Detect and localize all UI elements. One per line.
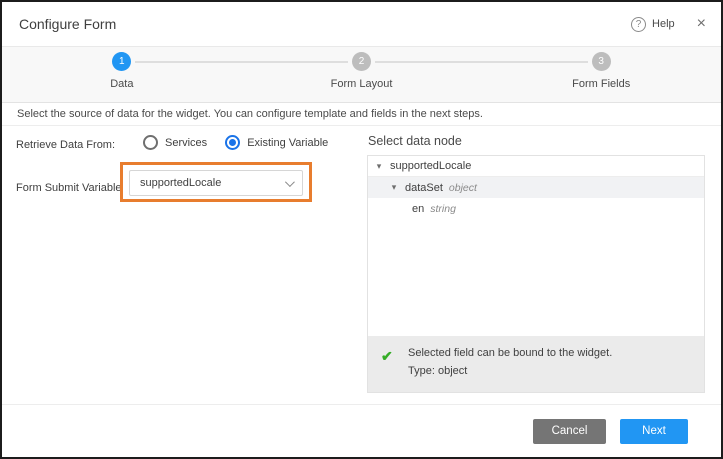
chevron-down-icon — [285, 177, 295, 187]
step-1-circle: 1 — [112, 52, 131, 71]
help-icon[interactable]: ? — [631, 17, 646, 32]
radio-unselected-icon — [143, 135, 158, 150]
step-description: Select the source of data for the widget… — [2, 104, 721, 126]
tree-node-type: string — [430, 203, 456, 215]
binding-status-line2: Type: object — [408, 363, 692, 381]
step-form-layout[interactable]: 2 Form Layout — [242, 47, 482, 102]
step-connector-2 — [375, 61, 589, 63]
cancel-button[interactable]: Cancel — [533, 419, 606, 444]
dialog-content: Retrieve Data From: Services Existing Va… — [2, 126, 721, 404]
wizard-stepper: 1 Data 2 Form Layout 3 Form Fields — [2, 46, 721, 103]
step-connector-1 — [135, 61, 349, 63]
step-2-label: Form Layout — [331, 78, 393, 90]
close-icon[interactable]: × — [697, 16, 706, 32]
form-submit-variable-value: supportedLocale — [140, 177, 221, 189]
step-2-circle: 2 — [352, 52, 371, 71]
step-1-label: Data — [110, 78, 133, 90]
caret-down-icon[interactable]: ▾ — [389, 182, 399, 193]
binding-status-line1: Selected field can be bound to the widge… — [408, 345, 692, 363]
tree-node-type: object — [449, 182, 477, 194]
tree-row-en[interactable]: en string — [368, 198, 704, 219]
tree-node-label: dataSet — [405, 182, 443, 194]
caret-down-icon[interactable]: ▾ — [374, 161, 384, 172]
success-check-icon: ✔ — [381, 348, 393, 365]
radio-selected-icon — [225, 135, 240, 150]
binding-status-message: ✔ Selected field can be bound to the wid… — [368, 336, 704, 392]
step-3-circle: 3 — [592, 52, 611, 71]
dialog-header: Configure Form ? Help × — [2, 2, 721, 46]
tree-row-supportedlocale[interactable]: ▾ supportedLocale — [368, 156, 704, 177]
form-submit-variable-label: Form Submit Variable: — [16, 182, 125, 194]
step-form-fields[interactable]: 3 Form Fields — [481, 47, 721, 102]
configure-form-dialog: Configure Form ? Help × 1 Data 2 Form La… — [0, 0, 723, 459]
tree-row-dataset[interactable]: ▾ dataSet object — [368, 177, 704, 198]
highlight-annotation-box: supportedLocale — [120, 162, 312, 202]
retrieve-data-label: Retrieve Data From: — [16, 139, 115, 151]
radio-services[interactable]: Services — [143, 135, 207, 150]
data-node-panel: ▾ supportedLocale ▾ dataSet object en st… — [367, 155, 705, 393]
select-data-node-title: Select data node — [368, 134, 462, 148]
radio-existing-variable-label: Existing Variable — [247, 137, 328, 149]
step-3-label: Form Fields — [572, 78, 630, 90]
retrieve-data-radio-group: Services Existing Variable — [143, 135, 346, 150]
radio-services-label: Services — [165, 137, 207, 149]
tree-empty-area — [368, 219, 704, 336]
tree-node-label: supportedLocale — [390, 160, 471, 172]
dialog-footer: Cancel Next — [2, 404, 721, 457]
form-submit-variable-select[interactable]: supportedLocale — [129, 170, 303, 196]
tree-node-label: en — [412, 203, 424, 215]
radio-existing-variable[interactable]: Existing Variable — [225, 135, 328, 150]
step-data[interactable]: 1 Data — [2, 47, 242, 102]
dialog-title: Configure Form — [19, 16, 116, 32]
help-link[interactable]: Help — [652, 18, 675, 30]
next-button[interactable]: Next — [620, 419, 688, 444]
header-actions: ? Help × — [631, 16, 706, 32]
